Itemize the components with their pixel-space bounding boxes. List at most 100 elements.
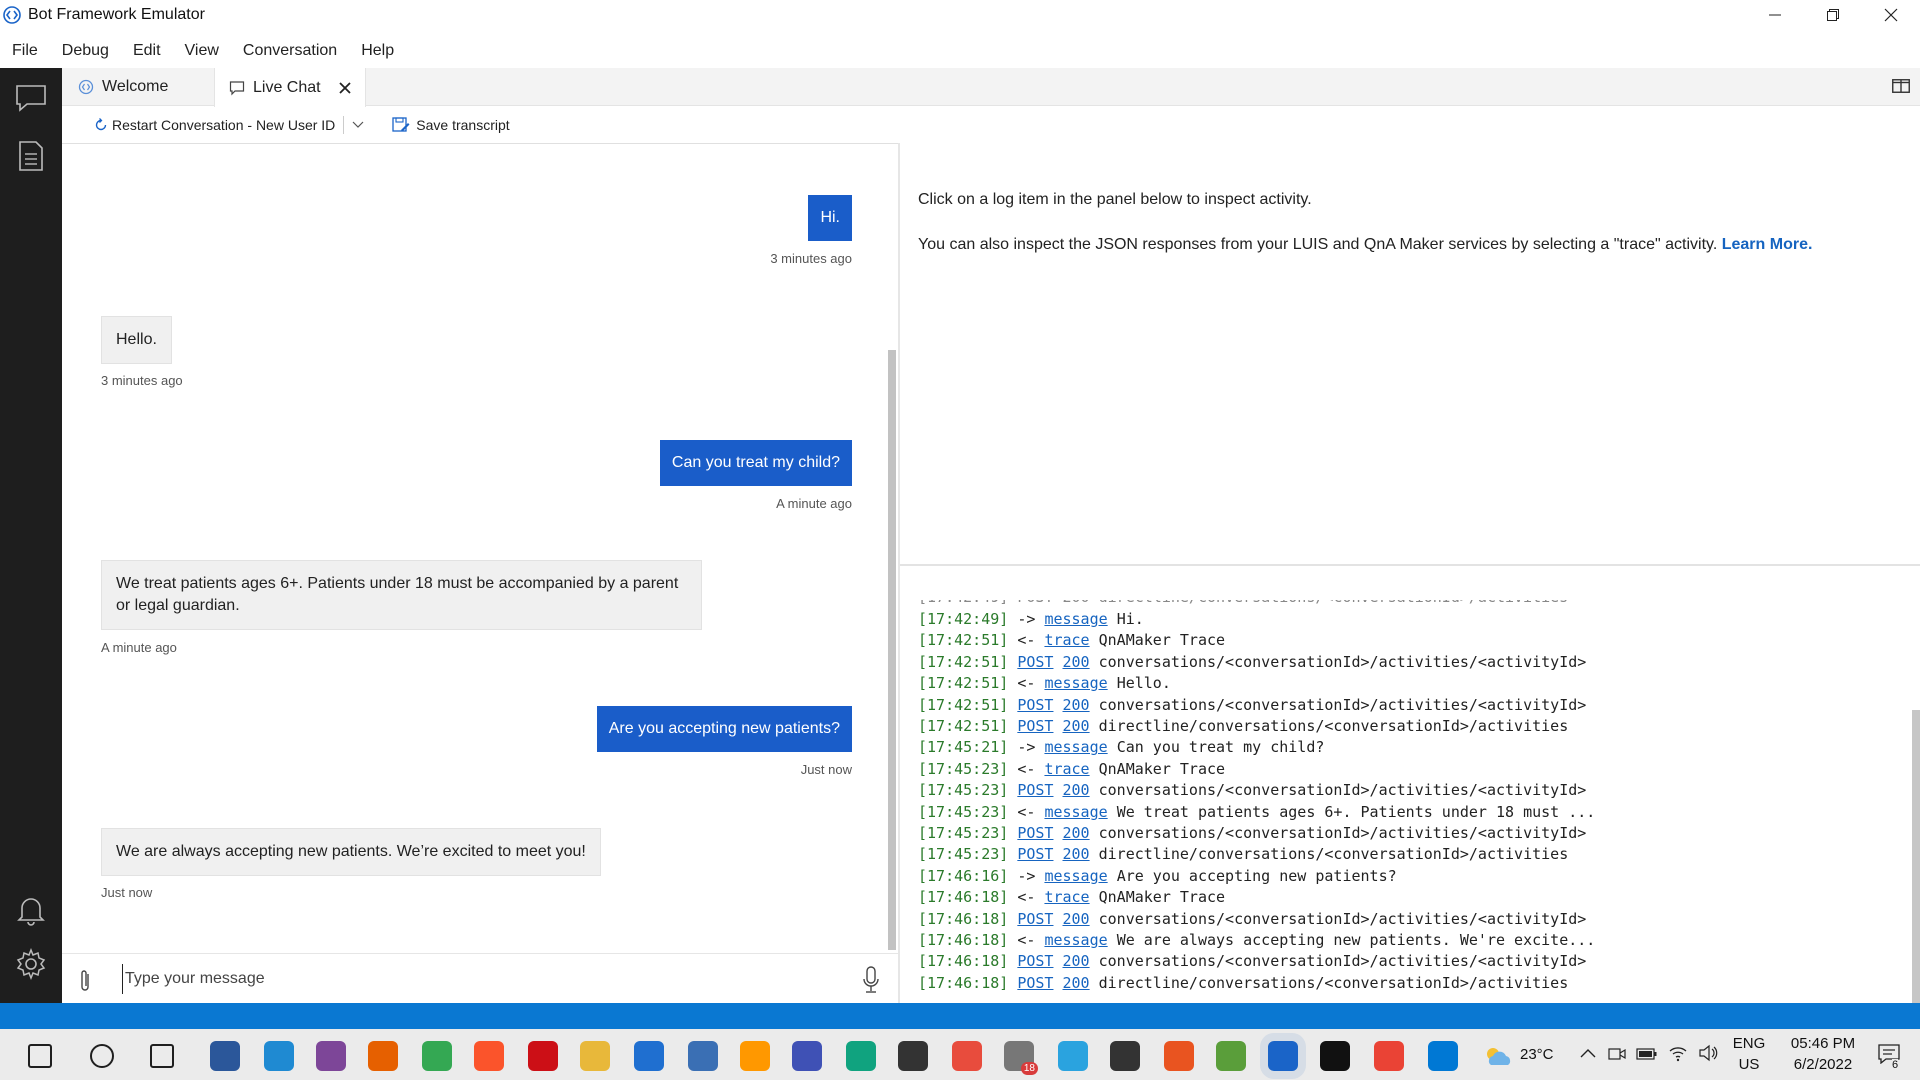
menu-file[interactable]: File [0, 42, 50, 60]
log-row[interactable]: [17:42:49] -> message Hi. [918, 610, 1144, 631]
log-status-link[interactable]: 200 [1063, 845, 1090, 863]
opera-icon[interactable] [528, 1041, 558, 1071]
log-status-link[interactable]: 200 [1063, 910, 1090, 928]
log-status-link[interactable]: 200 [1063, 974, 1090, 992]
log-activity-link[interactable]: message [1044, 867, 1107, 885]
wifi-icon[interactable] [1668, 1044, 1688, 1062]
restart-conversation-button[interactable]: Restart Conversation - New User ID [94, 117, 335, 133]
restore-button[interactable] [1804, 0, 1862, 30]
log-method-link[interactable]: POST [1017, 974, 1053, 992]
log-activity-link[interactable]: message [1044, 803, 1107, 821]
log-row[interactable]: [17:45:21] -> message Can you treat my c… [918, 738, 1324, 759]
input-language[interactable]: ENG [1732, 1035, 1766, 1052]
log-row[interactable]: [17:46:16] -> message Are you accepting … [918, 867, 1397, 888]
close-tab-icon[interactable] [338, 81, 351, 94]
calculator-icon[interactable] [792, 1041, 822, 1071]
split-view-button[interactable] [1892, 78, 1910, 99]
log-scrollbar[interactable] [1912, 710, 1920, 1003]
nav-notifications-button[interactable] [0, 880, 62, 940]
tab-live-chat[interactable]: Live Chat [214, 68, 366, 107]
log-row[interactable]: [17:42:51] <- trace QnAMaker Trace [918, 631, 1225, 652]
battery-icon[interactable] [1636, 1047, 1658, 1061]
settings-app-icon[interactable] [688, 1041, 718, 1071]
task-view-icon[interactable] [150, 1044, 174, 1068]
menu-view[interactable]: View [173, 42, 231, 60]
log-activity-link[interactable]: trace [1044, 760, 1089, 778]
log-status-link[interactable]: 200 [1063, 824, 1090, 842]
brave-icon[interactable] [474, 1041, 504, 1071]
log-activity-link[interactable]: message [1044, 931, 1107, 949]
microphone-button[interactable] [862, 966, 880, 999]
log-row[interactable]: [17:42:51] POST 200 conversations/<conve… [918, 696, 1586, 717]
app-c-icon[interactable] [952, 1041, 982, 1071]
log-status-link[interactable]: 200 [1063, 781, 1090, 799]
chrome-2-icon[interactable] [1374, 1041, 1404, 1071]
app-badge-icon[interactable]: 18 [1004, 1041, 1038, 1075]
log-status-link[interactable]: 200 [1063, 952, 1090, 970]
meet-now-icon[interactable] [1608, 1045, 1626, 1063]
menu-conversation[interactable]: Conversation [231, 42, 349, 60]
log-row[interactable]: [17:46:18] POST 200 conversations/<conve… [918, 910, 1586, 931]
log-row[interactable]: [17:45:23] <- message We treat patients … [918, 803, 1595, 824]
chatgpt-icon[interactable] [846, 1041, 876, 1071]
file-explorer-icon[interactable] [580, 1041, 610, 1071]
firefox-icon[interactable] [368, 1041, 398, 1071]
log-method-link[interactable]: POST [1017, 717, 1053, 735]
log-method-link[interactable]: POST [1017, 653, 1053, 671]
log-method-link[interactable]: POST [1017, 845, 1053, 863]
log-row[interactable]: [17:45:23] POST 200 conversations/<conve… [918, 824, 1586, 845]
vscode-icon[interactable] [1428, 1041, 1458, 1071]
minimize-button[interactable] [1746, 0, 1804, 30]
log-method-link[interactable]: POST [1017, 952, 1053, 970]
tor-icon[interactable] [316, 1041, 346, 1071]
log-row[interactable]: [17:42:51] <- message Hello. [918, 674, 1171, 695]
log-activity-link[interactable]: trace [1044, 888, 1089, 906]
word-icon[interactable] [210, 1041, 240, 1071]
log-activity-link[interactable]: message [1044, 674, 1107, 692]
log-activity-link[interactable]: message [1044, 610, 1107, 628]
notepad-icon[interactable] [1216, 1041, 1246, 1071]
log-status-link[interactable]: 200 [1063, 653, 1090, 671]
menu-debug[interactable]: Debug [50, 42, 121, 60]
nav-chat-button[interactable] [0, 68, 62, 128]
cmd-icon[interactable] [1320, 1041, 1350, 1071]
log-row[interactable]: [17:45:23] POST 200 directline/conversat… [918, 845, 1568, 866]
save-transcript-button[interactable]: Save transcript [392, 117, 510, 133]
log-row[interactable]: [17:45:23] <- trace QnAMaker Trace [918, 760, 1225, 781]
volume-icon[interactable] [1698, 1044, 1718, 1062]
menu-help[interactable]: Help [349, 42, 406, 60]
ubuntu-icon[interactable] [1164, 1041, 1194, 1071]
learn-more-link[interactable]: Learn More. [1722, 236, 1813, 253]
search-icon[interactable] [90, 1044, 114, 1068]
nav-transcript-button[interactable] [0, 126, 62, 186]
message-input[interactable] [122, 964, 802, 994]
inspector-log-splitter[interactable] [900, 564, 1920, 566]
log-status-link[interactable]: 200 [1063, 696, 1090, 714]
terminal-icon[interactable] [1110, 1041, 1140, 1071]
clock-time[interactable]: 05:46 PM [1778, 1035, 1868, 1052]
edge-icon[interactable] [264, 1041, 294, 1071]
close-window-button[interactable] [1862, 0, 1920, 30]
restart-options-dropdown[interactable] [343, 116, 364, 134]
chat-panel[interactable]: Hi. 3 minutes ago Hello. 3 minutes ago C… [62, 143, 898, 953]
attach-button[interactable] [78, 968, 92, 999]
mail-icon[interactable] [634, 1041, 664, 1071]
chrome-icon[interactable] [422, 1041, 452, 1071]
log-row[interactable]: [17:46:18] <- message We are always acce… [918, 931, 1595, 952]
log-row[interactable]: [17:42:51] POST 200 directline/conversat… [918, 717, 1568, 738]
nav-settings-button[interactable] [0, 934, 62, 994]
log-method-link[interactable]: POST [1017, 910, 1053, 928]
chevron-up-icon[interactable] [1580, 1047, 1596, 1059]
log-method-link[interactable]: POST [1017, 781, 1053, 799]
bot-emulator-icon[interactable] [1268, 1041, 1298, 1071]
weather-temperature[interactable]: 23°C [1520, 1046, 1554, 1063]
log-row[interactable]: [17:42:51] POST 200 conversations/<conve… [918, 653, 1586, 674]
log-row[interactable]: [17:45:23] POST 200 conversations/<conve… [918, 781, 1586, 802]
sublime-icon[interactable] [740, 1041, 770, 1071]
log-activity-link[interactable]: trace [1044, 631, 1089, 649]
log-method-link[interactable]: POST [1017, 696, 1053, 714]
log-row[interactable]: [17:46:18] <- trace QnAMaker Trace [918, 888, 1225, 909]
log-status-link[interactable]: 200 [1063, 717, 1090, 735]
log-activity-link[interactable]: message [1044, 738, 1107, 756]
log-method-link[interactable]: POST [1017, 824, 1053, 842]
